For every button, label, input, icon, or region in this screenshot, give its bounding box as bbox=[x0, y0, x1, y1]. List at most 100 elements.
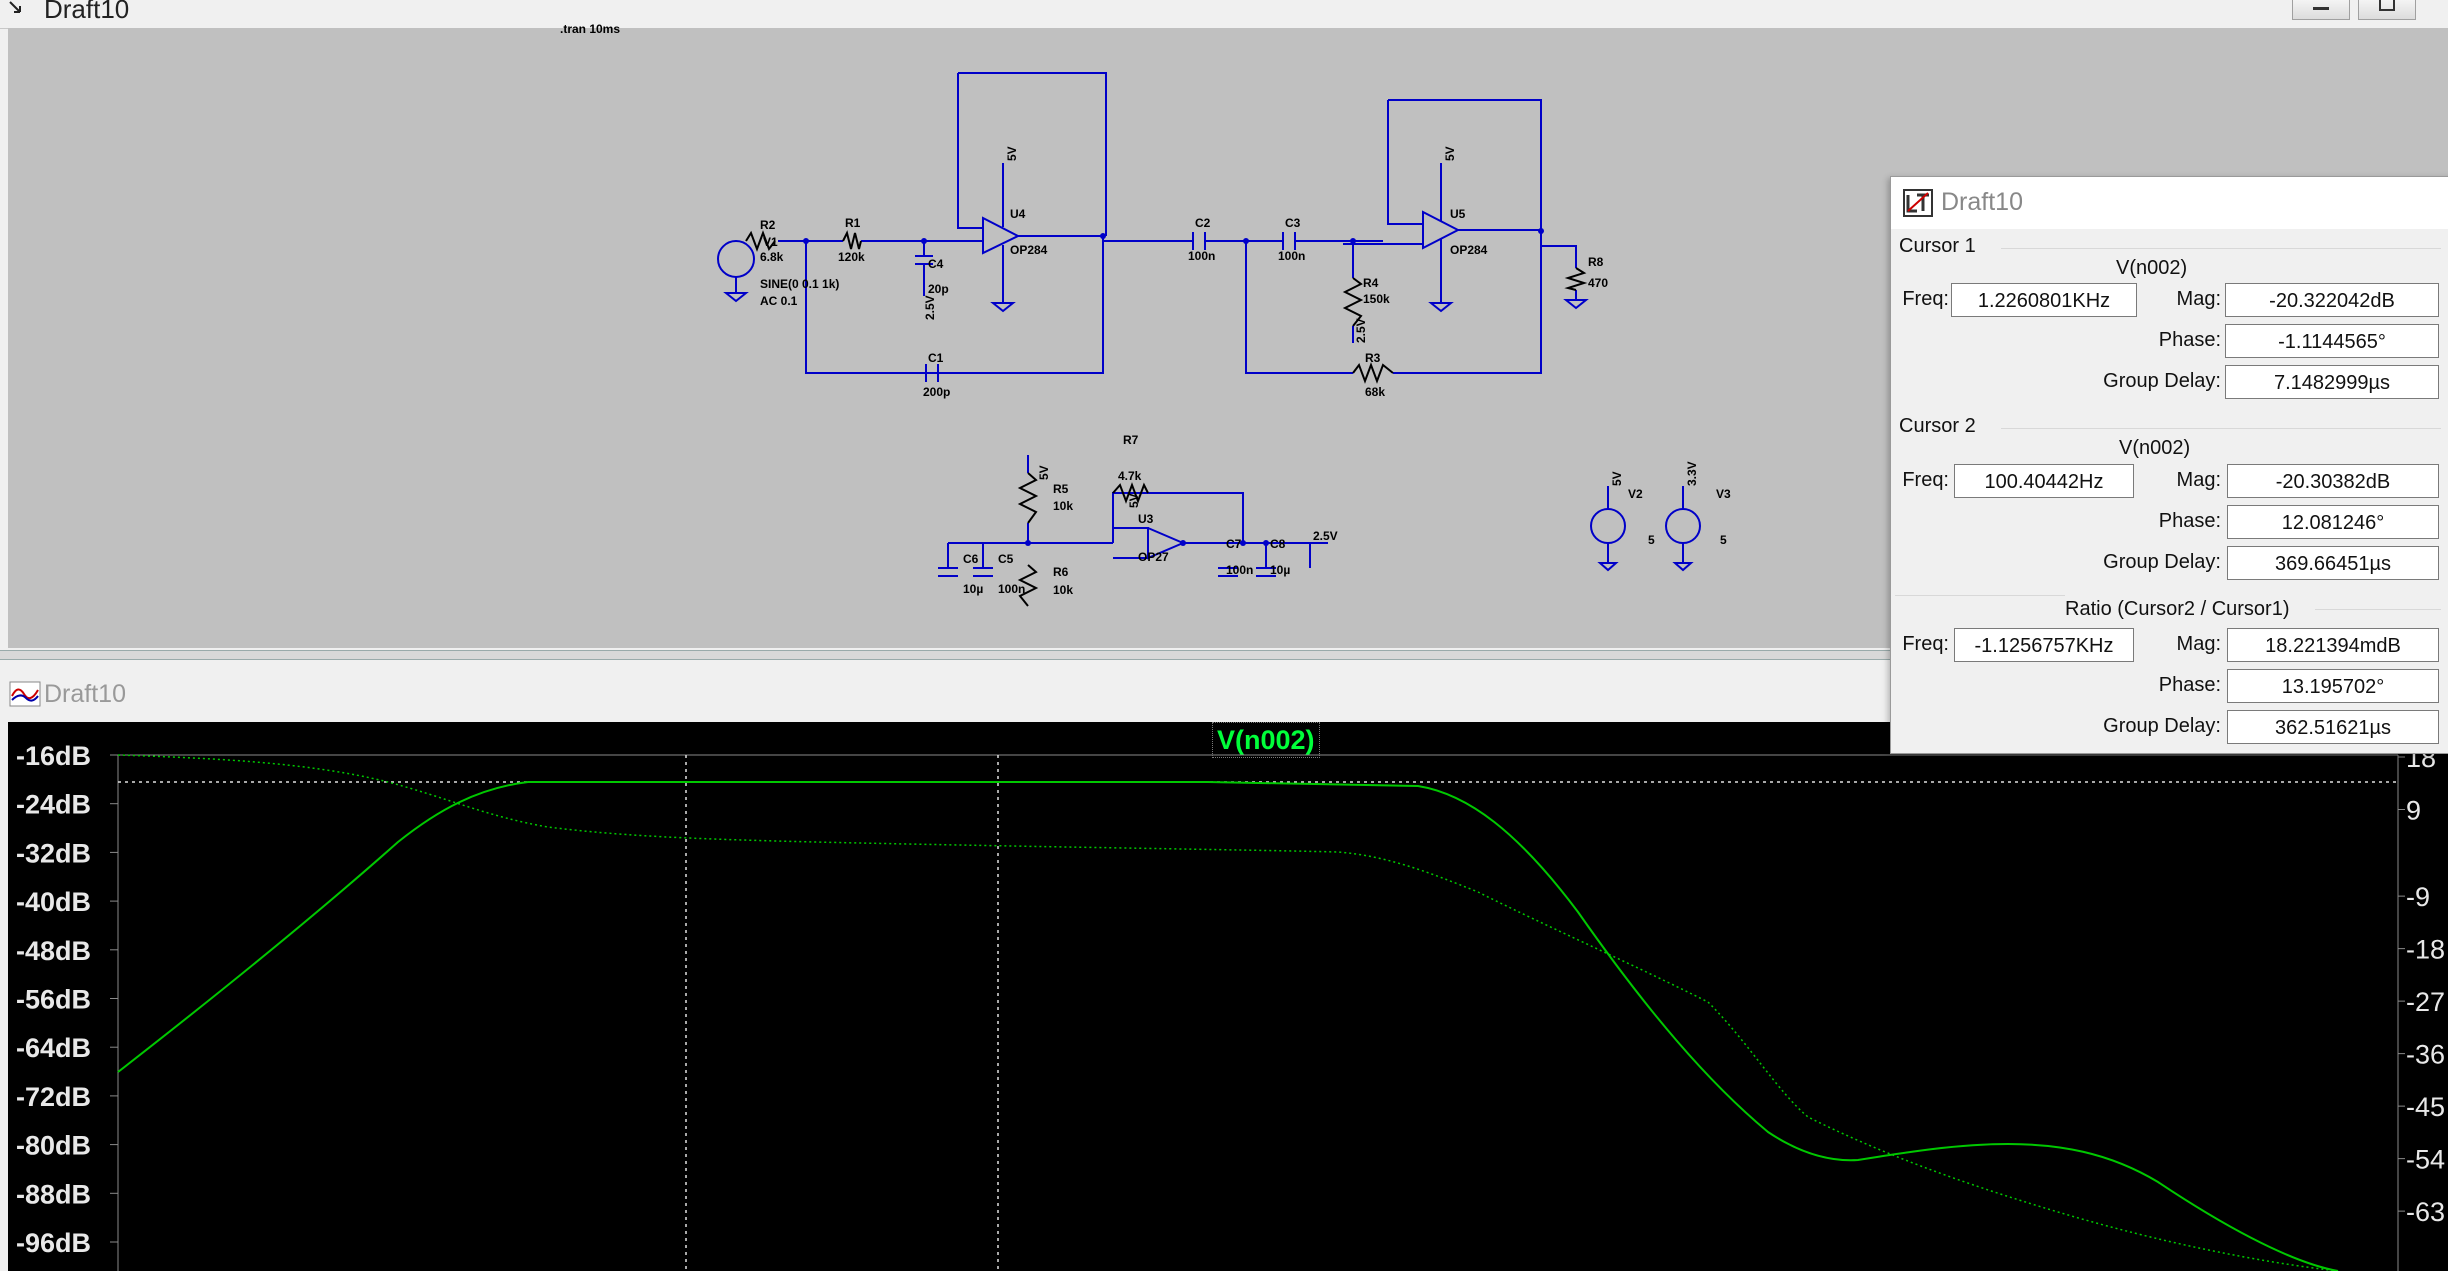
ltspice-logo-icon bbox=[1903, 189, 1933, 217]
cursor1-title: Cursor 1 bbox=[1899, 235, 1976, 257]
label-c7: C7 bbox=[1226, 537, 1242, 551]
label-v2-net: 5V bbox=[1610, 471, 1624, 486]
node-dots bbox=[803, 228, 1544, 546]
cursor1-group-delay-field[interactable]: 7.1482999µs bbox=[2225, 365, 2439, 399]
restore-button[interactable] bbox=[2358, 0, 2416, 20]
label-r4-bias: 2.5V bbox=[1354, 318, 1368, 343]
label-c5-value: 100n bbox=[998, 582, 1025, 596]
ratio-freq-label: Freq: bbox=[1902, 633, 1949, 655]
y-tick-left: -72dB bbox=[16, 1082, 91, 1112]
label-u3: U3 bbox=[1138, 512, 1154, 526]
y-tick-left: -32dB bbox=[16, 838, 91, 868]
ratio-mag-label: Mag: bbox=[2176, 633, 2221, 655]
y-tick-left: -16dB bbox=[16, 741, 91, 771]
cursor2-group-delay-label: Group Delay: bbox=[2103, 551, 2221, 573]
label-u5-supply: 5V bbox=[1443, 146, 1457, 161]
cursor1-freq-field[interactable]: 1.2260801KHz bbox=[1951, 283, 2137, 317]
label-r6-value: 10k bbox=[1053, 583, 1073, 597]
waveform-plot[interactable]: -16dB -24dB -32dB -40dB -48dB -56dB -64dB -72dB… bbox=[8, 722, 2448, 1271]
phase-trace bbox=[117, 754, 2339, 1271]
minimize-button[interactable] bbox=[2292, 0, 2350, 20]
cursor1-phase-field[interactable]: -1.1144565° bbox=[2225, 324, 2439, 358]
y-tick-right: 9 bbox=[2406, 796, 2421, 826]
y-tick-right: -36 bbox=[2406, 1040, 2445, 1070]
label-r8-value: 470 bbox=[1588, 276, 1608, 290]
label-v1-ac: AC 0.1 bbox=[760, 294, 798, 308]
label-v2-value: 5 bbox=[1648, 533, 1655, 547]
schematic-titlebar: Draft10 bbox=[0, 0, 2448, 29]
cursor1-freq-label: Freq: bbox=[1902, 288, 1949, 310]
label-r1-value: 120k bbox=[838, 250, 865, 264]
dialog-titlebar[interactable]: Draft10 ✕ bbox=[1891, 177, 2448, 229]
label-r6: R6 bbox=[1053, 565, 1069, 579]
cursor1-group-delay-label: Group Delay: bbox=[2103, 370, 2221, 392]
label-c6-value: 10µ bbox=[963, 582, 983, 596]
cursor-readout-dialog[interactable]: Draft10 ✕ Cursor 1 V(n002) Freq: 1.22608… bbox=[1890, 176, 2448, 754]
trace-label-vn002[interactable]: V(n002) bbox=[1212, 722, 1320, 758]
y-tick-left: -80dB bbox=[16, 1131, 91, 1161]
y-tick-right: -18 bbox=[2406, 935, 2445, 965]
label-r4: R4 bbox=[1363, 276, 1379, 290]
label-r3-value: 68k bbox=[1365, 385, 1385, 399]
cursor2-freq-field[interactable]: 100.40442Hz bbox=[1954, 464, 2134, 498]
cursor2-trace: V(n002) bbox=[2119, 437, 2191, 459]
label-v3-net: 3.3V bbox=[1685, 461, 1699, 486]
label-v1: V1 bbox=[763, 235, 778, 249]
label-r4-value: 150k bbox=[1363, 292, 1390, 306]
label-c4: C4 bbox=[928, 257, 944, 271]
label-c1: C1 bbox=[928, 351, 944, 365]
label-u5-model: OP284 bbox=[1450, 243, 1488, 257]
y-tick-left: -64dB bbox=[16, 1033, 91, 1063]
schematic-window-icon bbox=[9, 1, 21, 13]
label-r5: R5 bbox=[1053, 482, 1069, 496]
schematic-window-title: Draft10 bbox=[44, 0, 130, 24]
label-c6: C6 bbox=[963, 552, 979, 566]
label-bias-net: 2.5V bbox=[1313, 529, 1338, 543]
label-c2-value: 100n bbox=[1188, 249, 1215, 263]
cursor1-trace: V(n002) bbox=[2116, 257, 2188, 279]
label-c4-value: 20p bbox=[928, 282, 949, 296]
label-u5: U5 bbox=[1450, 207, 1466, 221]
schematic-wires bbox=[717, 72, 1701, 577]
cursor1-mag-label: Mag: bbox=[2176, 288, 2221, 310]
ratio-title: Ratio (Cursor2 / Cursor1) bbox=[2065, 598, 2290, 620]
y-tick-right: -63 bbox=[2406, 1197, 2445, 1227]
label-c4-bias: 2.5V bbox=[923, 295, 937, 320]
y-tick-right: -45 bbox=[2406, 1092, 2445, 1122]
label-r8: R8 bbox=[1588, 255, 1604, 269]
ratio-phase-label: Phase: bbox=[2158, 674, 2221, 696]
cursor1-mag-field[interactable]: -20.322042dB bbox=[2225, 283, 2439, 317]
y-tick-left: -40dB bbox=[16, 887, 91, 917]
label-v1-value: SINE(0 0.1 1k) bbox=[760, 277, 839, 291]
ratio-freq-field[interactable]: -1.1256757KHz bbox=[1954, 628, 2134, 662]
y-tick-left: -48dB bbox=[16, 936, 91, 966]
dialog-title: Draft10 bbox=[1941, 188, 2023, 216]
label-v2: V2 bbox=[1628, 487, 1643, 501]
y-tick-left: -96dB bbox=[16, 1228, 91, 1258]
label-r2-value: 6.8k bbox=[760, 250, 784, 264]
cursor2-phase-label: Phase: bbox=[2158, 510, 2221, 532]
label-r7-value: 4.7k bbox=[1118, 469, 1142, 483]
label-c1-value: 200p bbox=[923, 385, 950, 399]
label-u3-supply: 5V bbox=[1127, 493, 1141, 508]
label-c3-value: 100n bbox=[1278, 249, 1305, 263]
label-r7: R7 bbox=[1123, 433, 1139, 447]
label-r3: R3 bbox=[1365, 351, 1381, 365]
label-u4-supply: 5V bbox=[1005, 146, 1019, 161]
ratio-group-delay-field[interactable]: 362.51621µs bbox=[2227, 710, 2439, 744]
y-axis-ticks-magnitude: -16dB -24dB -32dB -40dB -48dB -56dB -64dB -72dB… bbox=[16, 741, 118, 1258]
ratio-phase-field[interactable]: 13.195702° bbox=[2227, 669, 2439, 703]
label-v3-value: 5 bbox=[1720, 533, 1727, 547]
magnitude-trace bbox=[117, 781, 2339, 1271]
cursor2-phase-field[interactable]: 12.081246° bbox=[2227, 505, 2439, 539]
label-u4: U4 bbox=[1010, 207, 1026, 221]
y-tick-left: -24dB bbox=[16, 790, 91, 820]
plot-frame bbox=[117, 754, 2399, 1271]
ratio-mag-field[interactable]: 18.221394mdB bbox=[2227, 628, 2439, 662]
cursor2-mag-field[interactable]: -20.30382dB bbox=[2227, 464, 2439, 498]
cursor2-title: Cursor 2 bbox=[1899, 415, 1976, 437]
label-c3: C3 bbox=[1285, 216, 1301, 230]
cursor2-group-delay-field[interactable]: 369.66451µs bbox=[2227, 546, 2439, 580]
y-tick-left: -56dB bbox=[16, 985, 91, 1015]
y-tick-right: -54 bbox=[2406, 1145, 2445, 1175]
